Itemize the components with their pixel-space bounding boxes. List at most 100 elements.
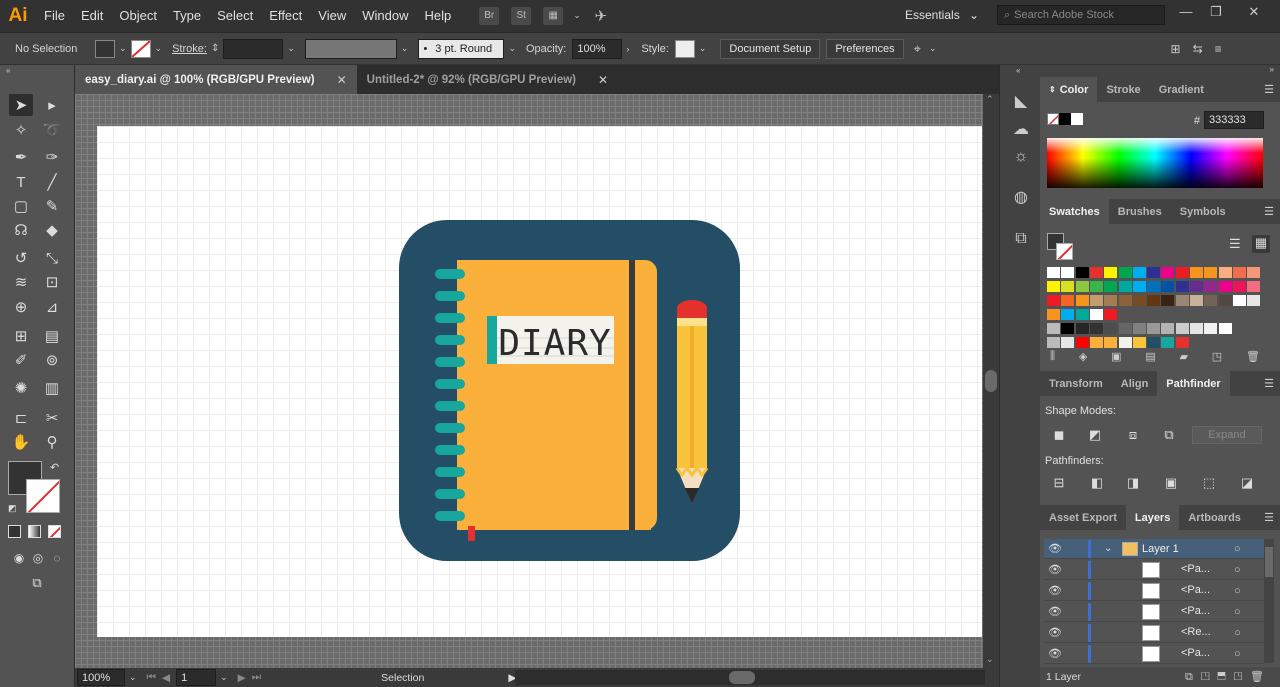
width-tool-icon[interactable]: ≋ bbox=[9, 271, 33, 293]
artboard-tool-icon[interactable]: ⊏ bbox=[9, 407, 33, 429]
swatch-chip[interactable] bbox=[1047, 281, 1060, 292]
unite-icon[interactable]: ◼ bbox=[1050, 427, 1068, 443]
chevron-down-icon[interactable]: ⌄ bbox=[119, 43, 127, 54]
merge-icon[interactable]: ◨ bbox=[1124, 475, 1142, 491]
tab-color[interactable]: ⇕ Color bbox=[1040, 77, 1098, 102]
arrange-documents-icon[interactable]: ▦ bbox=[543, 6, 564, 25]
default-colors-icon[interactable]: ◩ bbox=[8, 503, 17, 514]
swatch-chip[interactable] bbox=[1061, 281, 1075, 292]
visibility-eye-icon[interactable]: 👁 bbox=[1044, 584, 1066, 597]
swatch-chip[interactable] bbox=[1161, 337, 1175, 348]
lasso-tool-icon[interactable]: ➰ bbox=[40, 119, 64, 141]
next-artboard-icon[interactable]: ▶ bbox=[238, 672, 246, 684]
swatch-chip[interactable] bbox=[1061, 309, 1075, 320]
tab-symbols[interactable]: Symbols bbox=[1171, 199, 1235, 224]
list-view-icon[interactable]: ☰ bbox=[1229, 236, 1241, 252]
divide-icon[interactable]: ⊟ bbox=[1050, 475, 1068, 491]
scale-tool-icon[interactable]: ⤡ bbox=[40, 247, 64, 269]
target-circle-icon[interactable]: ○ bbox=[1234, 648, 1241, 660]
swatch-chip[interactable] bbox=[1232, 281, 1246, 292]
object-name[interactable]: <Pa... bbox=[1181, 605, 1210, 617]
swatch-chip[interactable] bbox=[1104, 323, 1118, 334]
layer-item-row[interactable]: 👁 <Re... ○ bbox=[1044, 623, 1264, 643]
workspace-switcher[interactable]: Essentials ⌄ bbox=[897, 5, 987, 25]
target-circle-icon[interactable]: ○ bbox=[1234, 564, 1241, 576]
direct-selection-tool-icon[interactable]: ▸ bbox=[40, 94, 64, 116]
type-tool-icon[interactable]: T bbox=[9, 171, 33, 193]
chevron-down-icon[interactable]: ⌄ bbox=[287, 43, 295, 54]
swatch-chip[interactable] bbox=[1218, 267, 1232, 278]
swatch-chip[interactable] bbox=[1190, 267, 1203, 278]
chevron-down-icon[interactable]: ⌄ bbox=[699, 43, 707, 54]
swatch-chip[interactable] bbox=[1061, 295, 1075, 306]
tab-gradient[interactable]: Gradient bbox=[1150, 77, 1213, 102]
swatch-chip[interactable] bbox=[1247, 309, 1260, 320]
swatch-options-icon[interactable]: ▤ bbox=[1145, 350, 1155, 363]
pen-tool-icon[interactable]: ✒ bbox=[9, 146, 33, 168]
line-tool-icon[interactable]: ╱ bbox=[40, 171, 64, 193]
expand-icon[interactable]: « bbox=[1016, 66, 1020, 75]
minus-front-icon[interactable]: ◩ bbox=[1086, 427, 1104, 443]
swatch-chip[interactable] bbox=[1218, 323, 1232, 334]
menu-effect[interactable]: Effect bbox=[261, 8, 310, 23]
chevron-down-icon[interactable]: ⌄ bbox=[508, 43, 516, 54]
stroke-weight-field[interactable] bbox=[223, 38, 284, 59]
draw-inside-icon[interactable]: ◌ bbox=[45, 547, 69, 569]
stroke-label[interactable]: Stroke: bbox=[172, 43, 207, 55]
collapse-panels-icon[interactable]: » bbox=[1270, 65, 1274, 74]
swatch-chip[interactable] bbox=[1075, 309, 1089, 320]
swatch-chip[interactable] bbox=[1132, 323, 1146, 334]
align-icon[interactable]: ⊞ bbox=[1171, 42, 1181, 56]
properties-icon[interactable]: ◣ bbox=[1011, 91, 1031, 111]
zoom-field[interactable]: 100% bbox=[77, 669, 125, 686]
expand-button[interactable]: Expand bbox=[1192, 426, 1262, 444]
intersect-icon[interactable]: ⧈ bbox=[1124, 427, 1142, 443]
swatch-chip[interactable] bbox=[1089, 295, 1103, 306]
perspective-grid-tool-icon[interactable]: ⊿ bbox=[40, 296, 64, 318]
swatch-chip[interactable] bbox=[1075, 323, 1089, 334]
swatch-chip[interactable] bbox=[1089, 337, 1103, 348]
black-swatch[interactable] bbox=[1059, 113, 1071, 125]
previous-artboard-icon[interactable]: ◀ bbox=[162, 672, 170, 684]
magic-wand-tool-icon[interactable]: ✧ bbox=[9, 119, 33, 141]
swatch-chip[interactable] bbox=[1147, 323, 1161, 334]
swatch-chip[interactable] bbox=[1118, 323, 1132, 334]
show-kinds-icon[interactable]: ▣ bbox=[1111, 350, 1121, 363]
swatch-chip[interactable] bbox=[1204, 337, 1217, 348]
layer-item-row[interactable]: 👁 <Pa... ○ bbox=[1044, 560, 1264, 580]
chevron-up-icon[interactable]: ⌃ bbox=[986, 94, 994, 105]
gpu-performance-icon[interactable]: ✈ bbox=[591, 7, 611, 25]
none-mode-icon[interactable] bbox=[48, 525, 61, 538]
tab-asset-export[interactable]: Asset Export bbox=[1040, 505, 1126, 530]
close-icon[interactable]: ✕ bbox=[1240, 4, 1268, 24]
swatch-chip[interactable] bbox=[1047, 295, 1060, 306]
swatch-chip[interactable] bbox=[1204, 281, 1218, 292]
swatch-chip[interactable] bbox=[1147, 267, 1161, 278]
object-name[interactable]: <Pa... bbox=[1181, 584, 1210, 596]
graphic-style-swatch[interactable] bbox=[674, 39, 695, 58]
diary-artwork[interactable]: DIARY bbox=[97, 126, 982, 637]
screen-mode-icon[interactable]: ⧉ bbox=[25, 572, 49, 594]
stock-button[interactable]: St bbox=[511, 6, 532, 25]
visibility-eye-icon[interactable]: 👁 bbox=[1044, 563, 1066, 576]
document-setup-button[interactable]: Document Setup bbox=[720, 38, 821, 59]
swatch-chip[interactable] bbox=[1047, 337, 1060, 348]
tab-layers[interactable]: Layers bbox=[1125, 505, 1180, 530]
swatch-chip[interactable] bbox=[1047, 323, 1060, 334]
swatch-chip[interactable] bbox=[1232, 295, 1246, 306]
blend-tool-icon[interactable]: ⊚ bbox=[40, 349, 64, 371]
swatch-chip[interactable] bbox=[1161, 295, 1175, 306]
swatch-chip[interactable] bbox=[1175, 337, 1189, 348]
swatch-chip[interactable] bbox=[1118, 281, 1132, 292]
object-name[interactable]: <Re... bbox=[1181, 626, 1211, 638]
menu-window[interactable]: Window bbox=[354, 8, 416, 23]
swatch-chip[interactable] bbox=[1118, 267, 1132, 278]
swatch-chip[interactable] bbox=[1061, 267, 1075, 278]
chevron-down-icon[interactable]: ⌄ bbox=[401, 43, 409, 54]
object-name[interactable]: <Pa... bbox=[1181, 563, 1210, 575]
minimize-icon[interactable]: — bbox=[1172, 4, 1200, 24]
swatch-chip[interactable] bbox=[1204, 267, 1218, 278]
free-transform-tool-icon[interactable]: ⊡ bbox=[40, 271, 64, 293]
swatch-chip[interactable] bbox=[1247, 281, 1261, 292]
layer-item-row[interactable]: 👁 <Pa... ○ bbox=[1044, 644, 1264, 664]
